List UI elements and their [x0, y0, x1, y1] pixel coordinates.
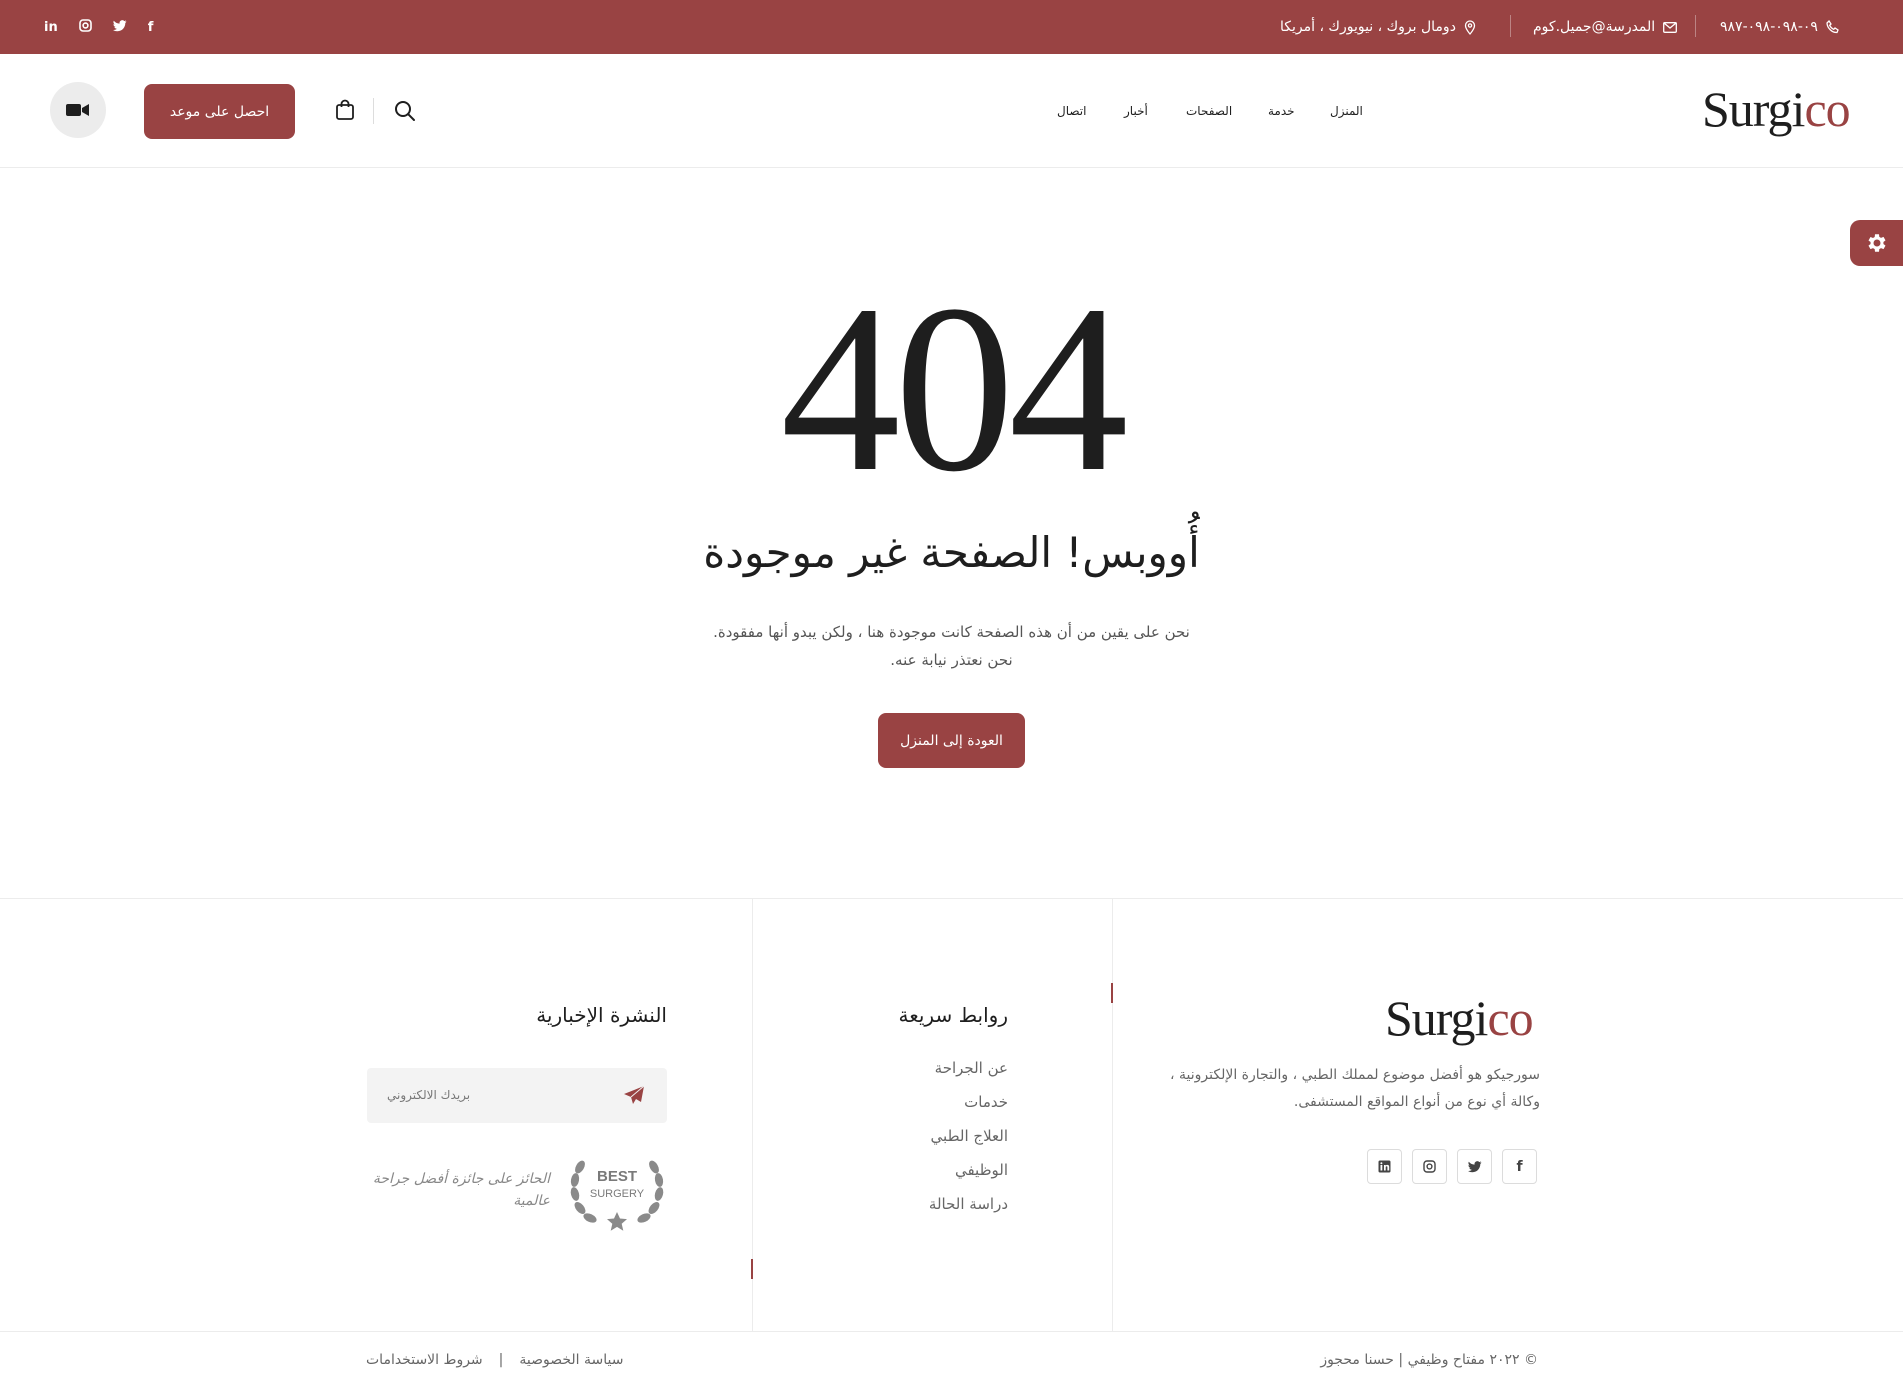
facebook-icon[interactable]: f [1502, 1149, 1537, 1184]
badge-best-text: BEST [596, 1168, 637, 1185]
error-description-line-2: نحن نعتذر نيابة عنه. [890, 651, 1013, 669]
envelope-icon [1663, 21, 1678, 33]
footer-about-text: سورجيكو هو أفضل موضوع لمملك الطبي ، والت… [1170, 1067, 1540, 1110]
top-email[interactable]: المدرسة@جميل.كوم [1533, 0, 1678, 54]
newsletter-email-field[interactable]: بريدك الالكتروني [367, 1068, 667, 1123]
location-pin-icon [1464, 19, 1476, 35]
quick-links-list: عن الجراحة خدمات العلاج الطبي الوظيفي در… [880, 1056, 1008, 1226]
newsletter-title: النشرة الإخبارية [536, 1003, 667, 1027]
error-code: 404 [780, 255, 1129, 521]
badge-surgery-text: SURGERY [589, 1188, 645, 1200]
footer-accent-mark [1111, 983, 1113, 1003]
phone-icon [1826, 20, 1839, 34]
search-icon[interactable] [392, 98, 418, 124]
video-camera-icon [66, 104, 89, 116]
gear-icon [1868, 234, 1885, 252]
send-icon[interactable] [623, 1085, 645, 1109]
quick-link-careers[interactable]: الوظيفي [880, 1158, 1008, 1192]
best-surgery-badge: BEST SURGERY [566, 1150, 668, 1232]
settings-toggle[interactable] [1850, 220, 1903, 266]
linkedin-icon[interactable]: in [44, 21, 58, 34]
footer-bottom-bar [0, 1331, 1903, 1397]
quick-links-title: روابط سريعة [898, 1003, 1008, 1027]
top-social-links: in f [44, 0, 153, 54]
quick-link-services[interactable]: خدمات [880, 1090, 1008, 1124]
privacy-policy-link[interactable]: سياسة الخصوصية [519, 1352, 623, 1368]
shopping-bag-icon[interactable] [333, 97, 357, 123]
header-divider [373, 98, 374, 124]
instagram-icon[interactable] [78, 19, 92, 35]
copyright-text: © ٢٠٢٢ مفتاح وظيفي | حسنا محجوز [1320, 1352, 1538, 1368]
footer-column-divider [1112, 899, 1113, 1332]
facebook-icon[interactable]: f [148, 21, 154, 34]
topbar-divider [1510, 15, 1511, 37]
appointment-button[interactable]: احصل على موعد [144, 84, 295, 139]
topbar-divider [1695, 15, 1696, 37]
nav-item-contact[interactable]: اتصال [1057, 104, 1086, 118]
site-header: Surgico المنزل خدمة الصفحات أخبار اتصال … [0, 54, 1903, 168]
footer-accent-mark [751, 1259, 753, 1279]
twitter-icon[interactable] [112, 19, 127, 35]
linkedin-icon[interactable] [1367, 1149, 1402, 1184]
legal-separator: | [498, 1352, 504, 1368]
phone-text: ٠٩-٠٩٨-٠٩٨-٩٨٧ [1720, 19, 1818, 35]
video-call-button[interactable] [50, 82, 106, 138]
footer-logo-accent: co [1487, 990, 1533, 1046]
top-phone[interactable]: ٠٩-٠٩٨-٠٩٨-٩٨٧ [1720, 0, 1840, 54]
error-description: نحن على يقين من أن هذه الصفحة كانت موجود… [0, 618, 1903, 674]
terms-link[interactable]: شروط الاستخدامات [366, 1352, 483, 1368]
footer-logo-main: Surgi [1385, 990, 1488, 1046]
email-text: المدرسة@جميل.كوم [1533, 19, 1656, 35]
address-text: دومال بروك ، نيويورك ، أمريكا [1280, 19, 1456, 35]
twitter-icon[interactable] [1457, 1149, 1492, 1184]
error-description-line-1: نحن على يقين من أن هذه الصفحة كانت موجود… [713, 623, 1190, 641]
back-home-button[interactable]: العودة إلى المنزل [878, 713, 1025, 768]
top-address: دومال بروك ، نيويورك ، أمريكا [1280, 0, 1476, 54]
footer-logo[interactable]: Surgico [1385, 990, 1534, 1046]
nav-item-pages[interactable]: الصفحات [1186, 104, 1232, 118]
quick-link-medical-treatment[interactable]: العلاج الطبي [880, 1124, 1008, 1158]
footer-social-links: f [1367, 1149, 1538, 1184]
quick-link-about-surgery[interactable]: عن الجراحة [880, 1056, 1008, 1090]
instagram-icon[interactable] [1412, 1149, 1447, 1184]
quick-link-case-study[interactable]: دراسة الحالة [880, 1192, 1008, 1226]
error-title: أُووبس! الصفحة غير موجودة [703, 528, 1200, 577]
top-bar: in f دومال بروك ، نيويورك ، أمريكا المدر… [0, 0, 1903, 54]
award-text: الحائز على جائزة أفضل جراحة عالمية [372, 1171, 550, 1209]
nav-item-service[interactable]: خدمة [1268, 104, 1295, 118]
nav-item-news[interactable]: أخبار [1124, 104, 1148, 118]
nav-item-home[interactable]: المنزل [1330, 104, 1363, 118]
legal-links: سياسة الخصوصية | شروط الاستخدامات [366, 1352, 623, 1368]
